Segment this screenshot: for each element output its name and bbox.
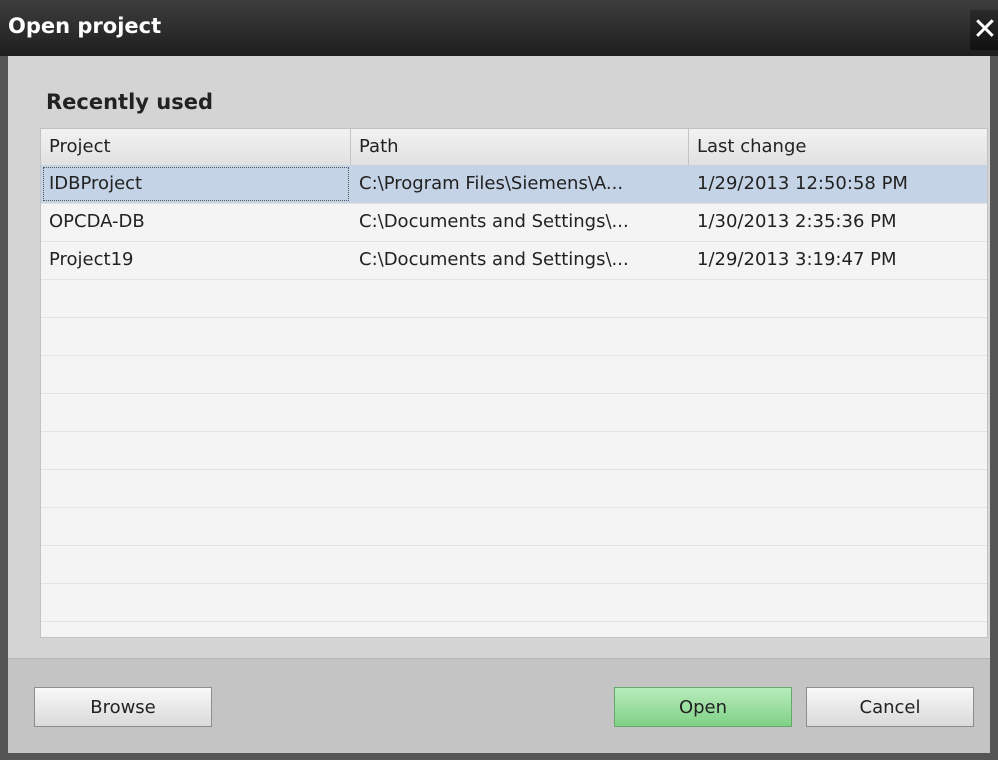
column-header-last-change[interactable]: Last change bbox=[689, 129, 987, 165]
path-cell: C:\Documents and Settings\... bbox=[359, 249, 629, 270]
last-change-cell: 1/29/2013 12:50:58 PM bbox=[697, 173, 908, 194]
empty-row bbox=[41, 317, 987, 356]
project-cell: OPCDA-DB bbox=[49, 211, 145, 232]
browse-button[interactable]: Browse bbox=[34, 687, 212, 727]
empty-row bbox=[41, 545, 987, 584]
close-icon[interactable]: ✕ bbox=[970, 10, 998, 50]
table-row[interactable]: OPCDA-DB C:\Documents and Settings\... 1… bbox=[41, 203, 987, 242]
open-button[interactable]: Open bbox=[614, 687, 792, 727]
cancel-button[interactable]: Cancel bbox=[806, 687, 974, 727]
path-cell: C:\Program Files\Siemens\A... bbox=[359, 173, 624, 194]
open-project-dialog: Open project ✕ Recently used Project Pat… bbox=[0, 0, 998, 760]
project-cell: Project19 bbox=[49, 249, 134, 270]
last-change-cell: 1/30/2013 2:35:36 PM bbox=[697, 211, 897, 232]
empty-row bbox=[41, 431, 987, 470]
empty-row bbox=[41, 507, 987, 546]
title-bar: Open project ✕ bbox=[0, 0, 998, 56]
empty-row bbox=[41, 583, 987, 622]
dialog-footer: Browse Open Cancel bbox=[8, 658, 990, 753]
recent-projects-table: Project Path Last change IDBProject C:\P… bbox=[40, 128, 988, 638]
empty-row bbox=[41, 355, 987, 394]
project-cell: IDBProject bbox=[41, 165, 351, 203]
table-row[interactable]: Project19 C:\Documents and Settings\... … bbox=[41, 241, 987, 280]
path-cell: C:\Documents and Settings\... bbox=[359, 211, 629, 232]
table-header: Project Path Last change bbox=[41, 129, 987, 166]
last-change-cell: 1/29/2013 3:19:47 PM bbox=[697, 249, 897, 270]
table-row[interactable]: IDBProject C:\Program Files\Siemens\A...… bbox=[41, 165, 987, 204]
dialog-title: Open project bbox=[8, 14, 162, 38]
column-header-path[interactable]: Path bbox=[351, 129, 689, 165]
empty-row bbox=[41, 393, 987, 432]
empty-row bbox=[41, 279, 987, 318]
column-header-project[interactable]: Project bbox=[41, 129, 351, 165]
empty-row bbox=[41, 469, 987, 508]
recently-used-heading: Recently used bbox=[46, 90, 214, 114]
